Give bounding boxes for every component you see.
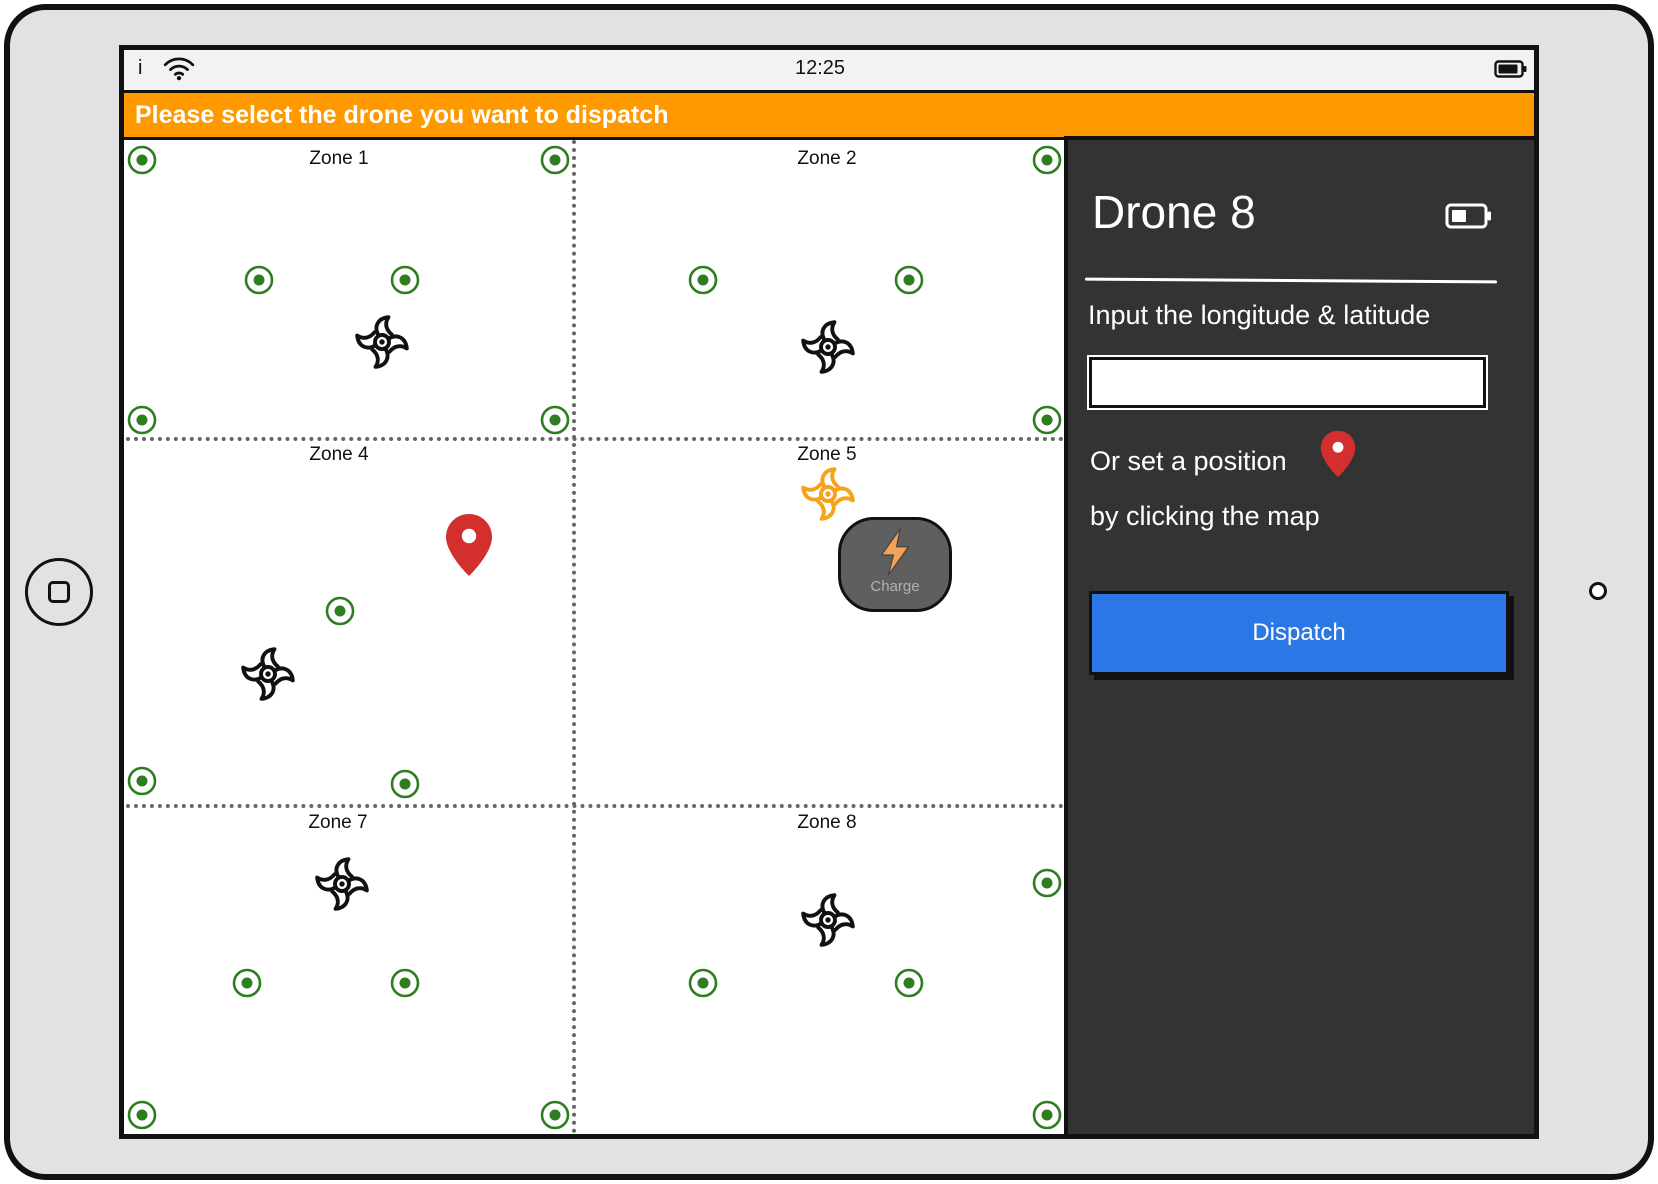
target-icon bbox=[389, 967, 421, 999]
drone-icon[interactable] bbox=[801, 320, 855, 374]
zone-label: Zone 2 bbox=[797, 148, 857, 169]
panel-title: Drone 8 bbox=[1092, 186, 1256, 238]
battery-icon bbox=[1445, 203, 1491, 229]
wifi-icon bbox=[163, 57, 195, 81]
target-icon bbox=[324, 595, 356, 627]
target-icon bbox=[126, 404, 158, 436]
zone-label: Zone 4 bbox=[309, 444, 369, 465]
target-icon bbox=[126, 765, 158, 797]
target-icon bbox=[389, 264, 421, 296]
drone-icon[interactable] bbox=[801, 893, 855, 947]
position-hint-line2: by clicking the map bbox=[1090, 501, 1320, 531]
target-icon bbox=[243, 264, 275, 296]
target-icon bbox=[231, 967, 263, 999]
position-hint-line1: Or set a position bbox=[1090, 446, 1287, 476]
target-icon bbox=[126, 144, 158, 176]
zone-divider-horizontal bbox=[126, 437, 1064, 441]
carrier-label: i bbox=[138, 57, 143, 79]
drone-icon[interactable] bbox=[355, 315, 409, 369]
home-square-icon bbox=[48, 581, 70, 603]
status-time: 12:25 bbox=[794, 57, 846, 79]
coordinate-input[interactable] bbox=[1089, 357, 1486, 408]
target-icon bbox=[389, 768, 421, 800]
drone-icon-selected[interactable] bbox=[801, 467, 855, 521]
zone-divider-vertical bbox=[572, 140, 576, 1134]
target-icon bbox=[893, 967, 925, 999]
zone-label: Zone 5 bbox=[797, 444, 857, 465]
target-icon bbox=[126, 1099, 158, 1131]
battery-icon bbox=[1494, 60, 1527, 78]
map-pin-icon bbox=[1320, 430, 1356, 478]
target-icon bbox=[539, 404, 571, 436]
target-icon bbox=[539, 144, 571, 176]
home-button[interactable] bbox=[25, 558, 93, 626]
target-icon bbox=[1031, 867, 1063, 899]
camera-dot bbox=[1589, 582, 1607, 600]
zone-label: Zone 7 bbox=[308, 812, 368, 833]
drone-icon[interactable] bbox=[315, 857, 369, 911]
charge-label: Charge bbox=[870, 578, 920, 595]
target-icon bbox=[687, 264, 719, 296]
charge-button[interactable]: Charge bbox=[838, 517, 952, 612]
coordinate-input-label: Input the longitude & latitude bbox=[1088, 300, 1431, 330]
instruction-banner: Please select the drone you want to disp… bbox=[121, 90, 1537, 140]
target-icon bbox=[1031, 144, 1063, 176]
dispatch-button[interactable]: Dispatch bbox=[1089, 591, 1509, 675]
zone-divider-horizontal bbox=[126, 804, 1064, 808]
lightning-icon bbox=[880, 528, 910, 576]
drone-icon[interactable] bbox=[241, 647, 295, 701]
target-icon bbox=[893, 264, 925, 296]
target-icon bbox=[687, 967, 719, 999]
map-pin-icon[interactable] bbox=[445, 513, 493, 577]
zone-label: Zone 1 bbox=[309, 148, 369, 169]
zone-label: Zone 8 bbox=[797, 812, 857, 833]
banner-text: Please select the drone you want to disp… bbox=[135, 101, 669, 129]
target-icon bbox=[1031, 404, 1063, 436]
target-icon bbox=[539, 1099, 571, 1131]
target-icon bbox=[1031, 1099, 1063, 1131]
